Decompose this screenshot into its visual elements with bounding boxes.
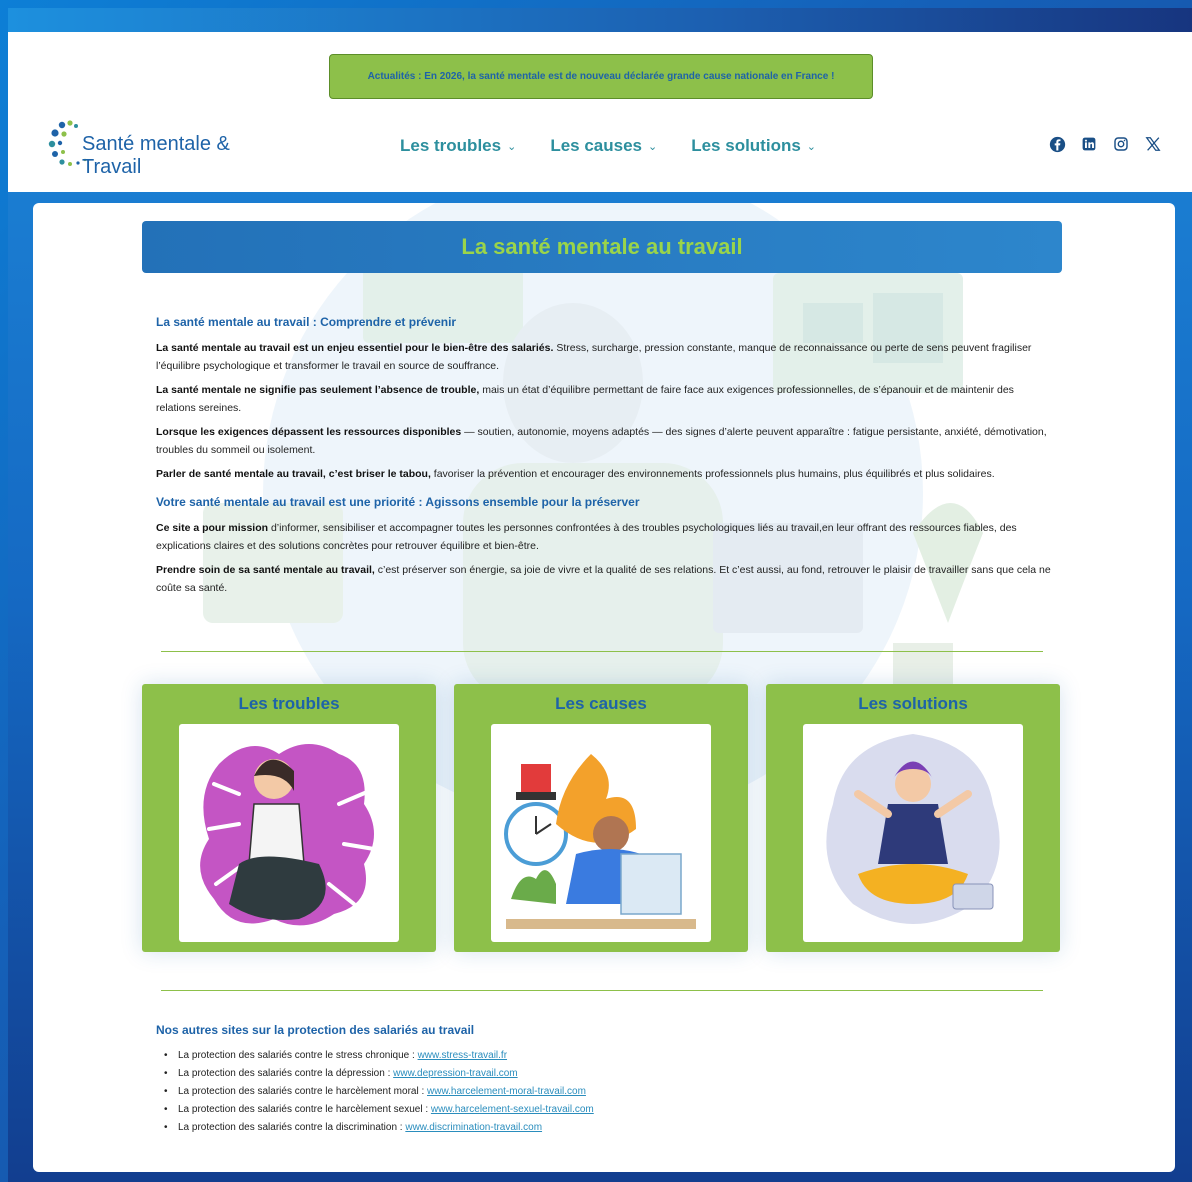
nav-label: Les solutions [691,136,801,155]
paragraph-text: d’informer, sensibiliser et accompagner … [156,522,1017,552]
other-sites-heading: Nos autres sites sur la protection des s… [156,1023,475,1037]
news-banner[interactable]: Actualités : En 2026, la santé mentale e… [329,54,873,99]
list-item: La protection des salariés contre le str… [156,1047,956,1065]
list-item-text: La protection des salariés contre la dis… [178,1122,406,1133]
paragraph: Lorsque les exigences dépassent les ress… [156,423,1051,459]
tile-troubles[interactable]: Les troubles [142,684,436,952]
intro-content: La santé mentale au travail : Comprendre… [156,315,1051,603]
site-link[interactable]: www.discrimination-travail.com [405,1122,542,1133]
paragraph: Parler de santé mentale au travail, c’es… [156,465,1051,483]
list-item: La protection des salariés contre le har… [156,1101,956,1119]
nav-item-troubles[interactable]: Les troubles ⌄ [400,136,516,156]
paragraph-text: favoriser la prévention et encourager de… [430,468,995,480]
list-item: La protection des salariés contre la dis… [156,1119,956,1137]
x-icon[interactable] [1144,135,1162,153]
nav-label: Les troubles [400,136,502,155]
paragraph-lead: Prendre soin de sa santé mentale au trav… [156,564,375,576]
paragraph-lead: La santé mentale ne signifie pas seuleme… [156,384,480,396]
top-bar [8,8,1192,32]
paragraph-lead: Parler de santé mentale au travail, c’es… [156,468,431,480]
solutions-illustration[interactable] [803,724,1023,942]
main-nav: Les troubles ⌄ Les causes ⌄ Les solution… [400,136,816,156]
section-heading: Votre santé mentale au travail est une p… [156,495,640,509]
paragraph: La santé mentale au travail est un enjeu… [156,339,1051,375]
divider [161,990,1043,991]
chevron-down-icon: ⌄ [648,140,658,153]
linkedin-icon[interactable] [1080,135,1098,153]
logo-text: Santé mentale & Travail [82,133,230,178]
site-link[interactable]: www.stress-travail.fr [418,1050,507,1061]
paragraph-lead: Lorsque les exigences dépassent les ress… [156,426,462,438]
tile-title: Les causes [555,694,647,713]
paragraph: Prendre soin de sa santé mentale au trav… [156,561,1051,597]
nav-item-solutions[interactable]: Les solutions ⌄ [691,136,816,156]
chevron-down-icon: ⌄ [507,140,517,153]
section-heading: La santé mentale au travail : Comprendre… [156,315,457,329]
nav-label: Les causes [550,136,642,155]
paragraph-lead: La santé mentale au travail est un enjeu… [156,342,554,354]
list-item-text: La protection des salariés contre le str… [178,1050,418,1061]
list-item: La protection des salariés contre la dép… [156,1065,956,1083]
category-tiles: Les troubles Les causes Les solutions [142,684,1060,952]
site-logo[interactable]: Santé mentale & Travail [48,117,288,178]
paragraph: Ce site a pour mission d’informer, sensi… [156,519,1051,555]
page-frame: Actualités : En 2026, la santé mentale e… [8,8,1192,1182]
troubles-illustration[interactable] [179,724,399,942]
other-sites: Nos autres sites sur la protection des s… [156,1023,956,1137]
tile-solutions[interactable]: Les solutions [766,684,1060,952]
divider [161,651,1043,652]
nav-item-causes[interactable]: Les causes ⌄ [550,136,657,156]
other-sites-list: La protection des salariés contre le str… [156,1047,956,1137]
instagram-icon[interactable] [1112,135,1130,153]
social-links [1048,135,1162,153]
paragraph: La santé mentale ne signifie pas seuleme… [156,381,1051,417]
site-link[interactable]: www.harcelement-sexuel-travail.com [431,1104,594,1115]
page-title: La santé mentale au travail [142,221,1062,273]
causes-illustration[interactable] [491,724,711,942]
list-item-text: La protection des salariés contre le har… [178,1086,428,1097]
tile-title: Les solutions [858,694,968,713]
facebook-icon[interactable] [1048,135,1066,153]
site-header: Actualités : En 2026, la santé mentale e… [8,32,1192,192]
main-card: La santé mentale au travail La santé men… [33,203,1175,1172]
list-item-text: La protection des salariés contre la dép… [178,1068,394,1079]
list-item-text: La protection des salariés contre le har… [178,1104,431,1115]
chevron-down-icon: ⌄ [806,140,817,153]
site-link[interactable]: www.harcelement-moral-travail.com [427,1086,586,1097]
list-item: La protection des salariés contre le har… [156,1083,956,1101]
tile-title: Les troubles [238,694,340,713]
site-link[interactable]: www.depression-travail.com [393,1068,518,1079]
tile-causes[interactable]: Les causes [454,684,748,952]
paragraph-lead: Ce site a pour mission [156,522,269,534]
